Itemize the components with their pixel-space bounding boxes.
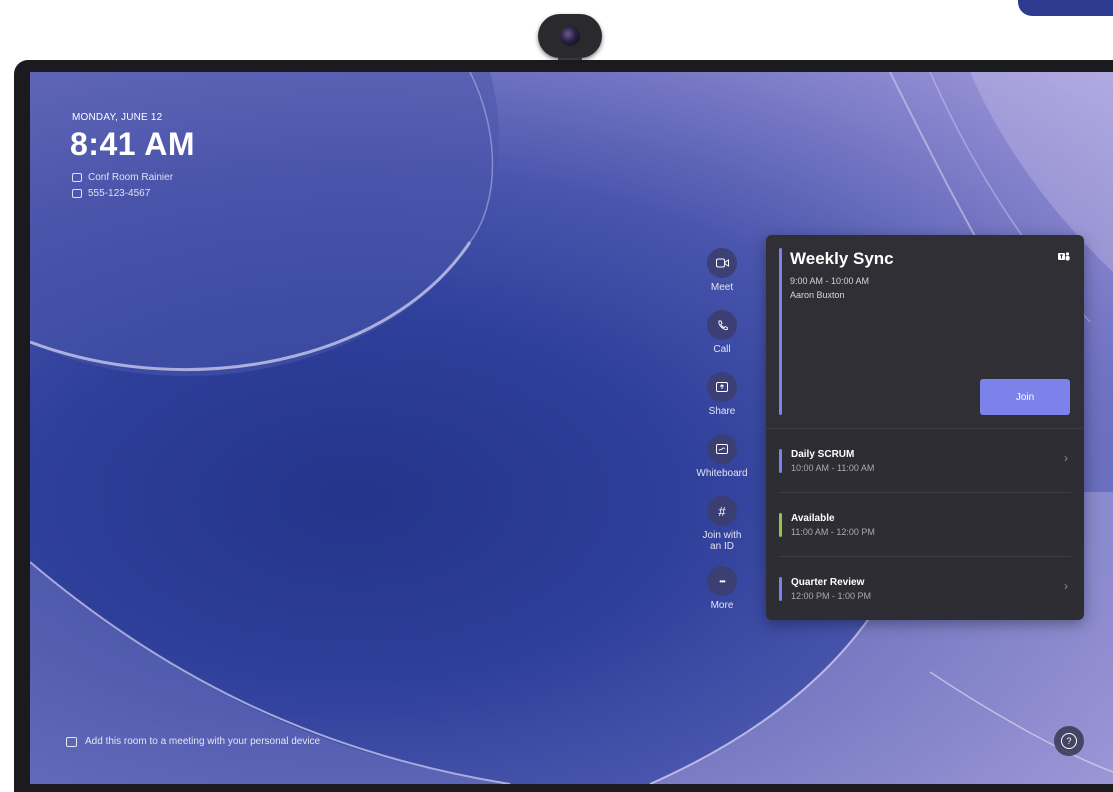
more-label: More xyxy=(710,600,734,611)
share-button[interactable]: Share xyxy=(690,372,754,417)
room-phone-row: 555-123-4567 xyxy=(72,188,150,199)
join-with-id-label-line2: an ID xyxy=(710,541,734,552)
room-display-icon xyxy=(72,173,82,182)
join-button[interactable]: Join xyxy=(980,379,1070,415)
help-button[interactable]: ? xyxy=(1054,726,1084,756)
room-name: Conf Room Rainier xyxy=(88,172,174,183)
whiteboard-label: Whiteboard xyxy=(696,468,748,479)
meeting-item-time: 10:00 AM - 11:00 AM xyxy=(791,463,875,473)
meeting-item-quarter-review[interactable]: Quarter Review 12:00 PM - 1:00 PM › xyxy=(766,557,1084,620)
share-label: Share xyxy=(708,406,736,417)
meeting-accent-bar xyxy=(779,449,782,473)
whiteboard-button[interactable]: Whiteboard xyxy=(690,434,754,479)
meeting-title: Weekly Sync xyxy=(790,249,894,268)
meeting-item-title: Daily SCRUM xyxy=(791,449,855,460)
room-name-row: Conf Room Rainier xyxy=(72,172,173,183)
meet-button[interactable]: Meet xyxy=(690,248,754,293)
meeting-accent-bar xyxy=(779,577,782,601)
camera-lens-icon xyxy=(560,26,580,46)
meeting-item-available: Available 11:00 AM - 12:00 PM xyxy=(766,493,1084,557)
meetings-panel: Weekly Sync 9:00 AM - 10:00 AM Aaron Bux… xyxy=(766,235,1084,620)
cast-device-icon xyxy=(66,736,77,747)
meeting-item-daily-scrum[interactable]: Daily SCRUM 10:00 AM - 11:00 AM › xyxy=(766,429,1084,493)
availability-accent-bar xyxy=(779,513,782,537)
clock-time: 8:41 AM xyxy=(70,126,196,162)
meet-label: Meet xyxy=(710,282,734,293)
more-button[interactable]: ••• More xyxy=(690,566,754,611)
webcam xyxy=(538,10,602,66)
whiteboard-icon xyxy=(707,434,737,464)
join-with-id-label-line1: Join with xyxy=(702,530,742,541)
meeting-item-time: 12:00 PM - 1:00 PM xyxy=(791,591,872,601)
meeting-organizer: Aaron Buxton xyxy=(790,290,845,300)
home-screen: MONDAY, JUNE 12 8:41 AM Conf Room Rainie… xyxy=(30,72,1113,784)
hash-icon: # xyxy=(707,496,737,526)
meeting-item-title: Available xyxy=(791,513,835,524)
date-label: MONDAY, JUNE 12 xyxy=(72,112,163,123)
chevron-right-icon: › xyxy=(1064,451,1068,465)
personal-device-hint-text: Add this room to a meeting with your per… xyxy=(85,736,321,747)
share-screen-icon xyxy=(707,372,737,402)
chevron-right-icon: › xyxy=(1064,579,1068,593)
more-icon: ••• xyxy=(707,566,737,596)
room-phone: 555-123-4567 xyxy=(88,188,151,199)
meeting-time: 9:00 AM - 10:00 AM xyxy=(790,276,870,286)
call-label: Call xyxy=(713,344,731,355)
meeting-item-time: 11:00 AM - 12:00 PM xyxy=(791,527,875,537)
join-with-id-button[interactable]: # Join with an ID xyxy=(690,496,754,552)
meeting-accent-bar xyxy=(779,248,782,415)
meeting-item-title: Quarter Review xyxy=(791,577,865,588)
teams-icon xyxy=(1058,251,1070,262)
video-camera-icon xyxy=(707,248,737,278)
corner-decoration xyxy=(1018,0,1113,16)
current-meeting-card[interactable]: Weekly Sync 9:00 AM - 10:00 AM Aaron Bux… xyxy=(766,235,1084,428)
call-button[interactable]: Call xyxy=(690,310,754,355)
help-icon: ? xyxy=(1061,733,1077,749)
dialpad-icon xyxy=(72,189,82,198)
personal-device-hint[interactable]: Add this room to a meeting with your per… xyxy=(66,736,320,747)
phone-icon xyxy=(707,310,737,340)
